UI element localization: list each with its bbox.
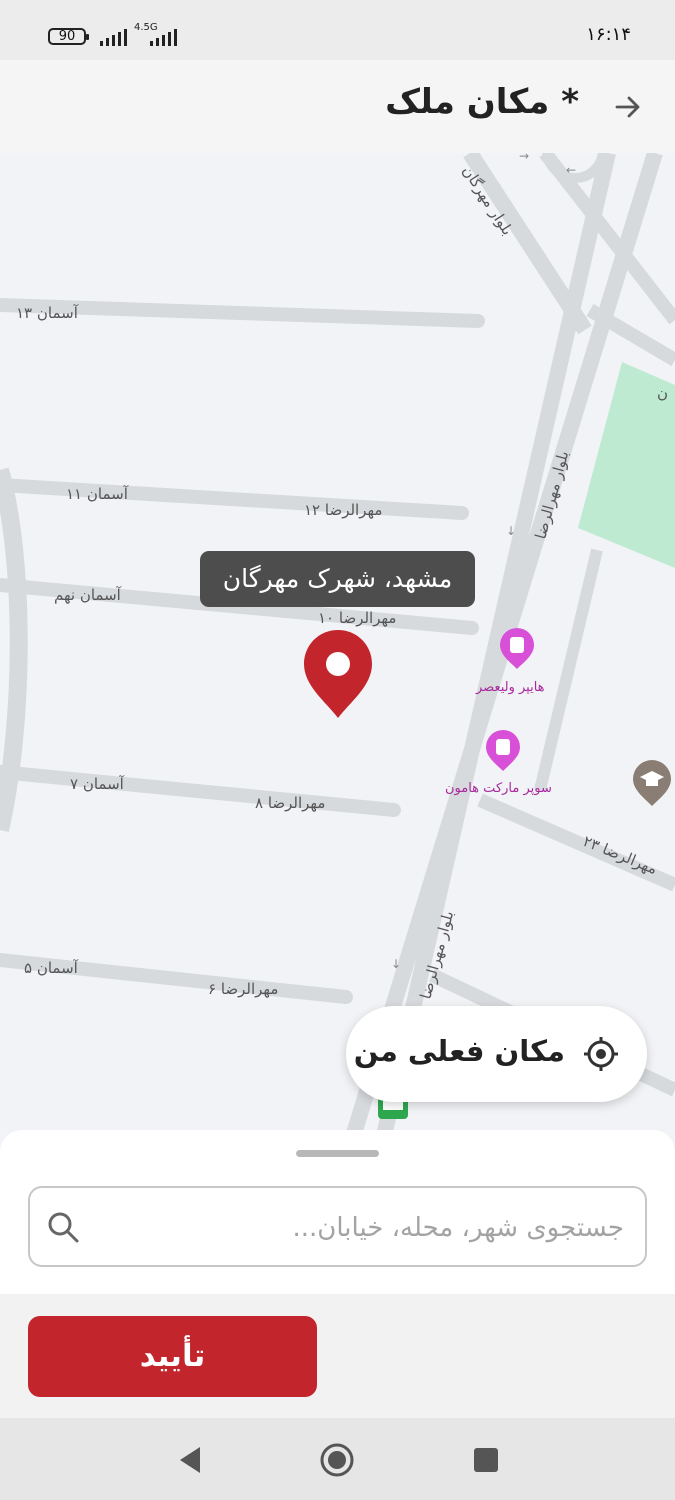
road	[0, 765, 401, 817]
bottom-sheet	[0, 1130, 675, 1294]
road	[534, 548, 603, 792]
back-triangle-icon[interactable]	[172, 1442, 208, 1478]
street-label: آسمان ۵	[24, 959, 79, 977]
target-icon	[584, 1037, 618, 1071]
search-icon[interactable]	[46, 1210, 80, 1244]
my-location-button[interactable]: مکان فعلی من	[346, 1006, 647, 1102]
poi-label: هایپر ولیعصر	[476, 680, 545, 695]
status-bar: 90 4.5G ۱۶:۱۴	[0, 0, 675, 60]
street-label: مهرالرضا ۱۰	[318, 609, 396, 627]
recents-square-icon[interactable]	[468, 1442, 504, 1478]
street-label: مهرالرضا ۸	[255, 794, 325, 812]
street-label: ن	[657, 384, 668, 402]
direction-arrow: ↓	[391, 957, 401, 971]
location-tooltip: مشهد، شهرک مهرگان	[200, 551, 475, 607]
arrow-right-icon[interactable]	[613, 92, 643, 122]
school-icon[interactable]	[633, 760, 671, 806]
search-box[interactable]	[28, 1186, 647, 1267]
street-label: آسمان ۷	[70, 775, 125, 793]
street-label: مهرالرضا ۱۲	[304, 501, 382, 519]
direction-arrow: ←	[566, 163, 576, 177]
home-circle-icon[interactable]	[319, 1442, 355, 1478]
street-label: آسمان ۱۱	[66, 485, 129, 503]
signal-icon-2	[150, 28, 180, 46]
system-nav-bar	[0, 1418, 675, 1500]
map-pin-icon[interactable]	[302, 628, 374, 720]
battery-indicator: 90	[48, 28, 89, 45]
poi-label: سوپر مارکت هامون	[445, 781, 552, 796]
shopping-icon[interactable]	[486, 730, 520, 771]
direction-arrow: ↓	[506, 524, 516, 538]
page-title: مکان ملک *	[385, 82, 579, 122]
street-label: مهرالرضا ۶	[208, 980, 278, 998]
clock: ۱۶:۱۴	[586, 24, 631, 45]
signal-icon	[100, 28, 130, 46]
street-label: آسمان ۱۳	[16, 304, 79, 322]
app-bar: مکان ملک *	[0, 60, 675, 154]
my-location-label: مکان فعلی من	[353, 1034, 565, 1068]
footer: تأیید	[0, 1294, 675, 1418]
street-label: آسمان نهم	[54, 586, 122, 604]
drag-handle[interactable]	[296, 1150, 379, 1157]
direction-arrow: →	[519, 153, 529, 163]
search-input[interactable]	[110, 1202, 626, 1254]
confirm-button[interactable]: تأیید	[28, 1316, 317, 1397]
